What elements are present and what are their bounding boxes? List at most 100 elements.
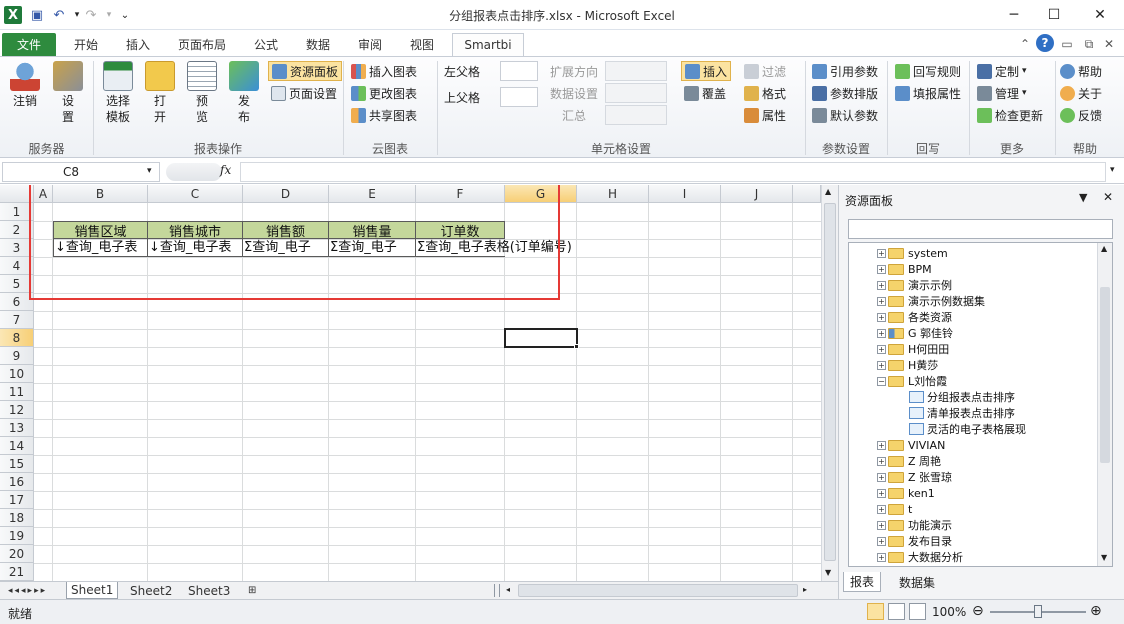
fill-property-button[interactable]: 填报属性 (895, 83, 961, 103)
row-header[interactable]: 18 (0, 509, 34, 527)
tree-node-expanded[interactable]: − L刘怡霞 (877, 373, 947, 389)
resource-tree[interactable]: + system + BPM + 演示示例 + 演示示例数据集 + 各类资源 + G 郭佳铃… (848, 242, 1113, 567)
filter-button[interactable]: 过滤 (744, 61, 786, 81)
row-header[interactable]: 10 (0, 365, 34, 383)
doc-close-icon[interactable]: ✕ (1100, 35, 1118, 53)
ref-param-button[interactable]: 引用参数 (812, 61, 878, 81)
expand-icon[interactable]: + (877, 360, 886, 370)
tab-smartbi[interactable]: Smartbi (452, 33, 524, 56)
tab-file[interactable]: 文件 (2, 33, 56, 56)
tree-scroll-thumb[interactable] (1100, 287, 1110, 463)
normal-view-icon[interactable] (867, 603, 884, 620)
sheet-tab-active[interactable]: Sheet1 (66, 582, 119, 599)
column-header[interactable]: H (577, 185, 649, 203)
doc-minimize-icon[interactable]: ▭ (1058, 35, 1076, 53)
row-header[interactable]: 9 (0, 347, 34, 365)
expand-icon[interactable]: + (877, 328, 886, 338)
tree-node[interactable]: + 功能演示 (877, 517, 952, 533)
zoom-level[interactable]: 100% (932, 605, 966, 619)
tree-node[interactable]: + 大数据分析 (877, 549, 963, 565)
row-header[interactable]: 21 (0, 563, 34, 581)
tree-node[interactable]: + 演示示例数据集 (877, 293, 985, 309)
row-header[interactable]: 7 (0, 311, 34, 329)
column-header[interactable]: I (649, 185, 721, 203)
name-box[interactable]: C8 ▾ (2, 162, 160, 182)
publish-button[interactable]: 发 布 (224, 61, 264, 125)
page-setup-button[interactable]: 页面设置 (271, 83, 337, 103)
spreadsheet-grid[interactable]: A B C D E F G H I J 1 2 3 4 5 6 7 8 9 10… (0, 185, 838, 581)
manage-dropdown[interactable]: 管理 ▾ (977, 83, 1027, 103)
scroll-thumb[interactable] (824, 203, 836, 561)
expand-icon[interactable]: + (877, 264, 886, 274)
expand-icon[interactable]: + (877, 344, 886, 354)
split-handle[interactable] (494, 584, 500, 597)
default-param-button[interactable]: 默认参数 (812, 105, 878, 125)
feedback-button[interactable]: 反馈 (1060, 105, 1102, 125)
expand-icon[interactable]: + (877, 472, 886, 482)
tree-node[interactable]: + G 郭佳铃 (877, 325, 953, 341)
row-header[interactable]: 17 (0, 491, 34, 509)
left-parent-combo[interactable] (500, 61, 538, 81)
row-header[interactable]: 16 (0, 473, 34, 491)
row-header[interactable]: 11 (0, 383, 34, 401)
h-scroll-thumb[interactable] (518, 584, 798, 597)
selected-cell[interactable] (504, 328, 578, 348)
writeback-rule-button[interactable]: 回写规则 (895, 61, 961, 81)
insert-mode-button[interactable]: 插入 (681, 61, 732, 81)
format-button[interactable]: 格式 (744, 83, 786, 103)
panel-search-input[interactable] (848, 219, 1113, 239)
resource-panel-button[interactable]: 资源面板 (268, 61, 343, 81)
chevron-down-icon[interactable]: ▾ (147, 166, 152, 176)
expand-icon[interactable]: + (877, 488, 886, 498)
tree-node[interactable]: + H何田田 (877, 341, 949, 357)
tree-leaf-report[interactable]: 灵活的电子表格展现 (909, 421, 1026, 437)
formula-input[interactable] (240, 162, 1106, 182)
page-break-view-icon[interactable] (909, 603, 926, 620)
tree-node[interactable]: + system (877, 245, 948, 261)
panel-close-icon[interactable]: ✕ (1103, 190, 1113, 204)
check-update-button[interactable]: 检查更新 (977, 105, 1043, 125)
row-header[interactable]: 13 (0, 419, 34, 437)
scroll-down-icon[interactable]: ▼ (1101, 553, 1107, 562)
tab-home[interactable]: 开始 (64, 33, 108, 56)
tab-formulas[interactable]: 公式 (244, 33, 288, 56)
tab-insert[interactable]: 插入 (116, 33, 160, 56)
tree-node[interactable]: + H黄莎 (877, 357, 938, 373)
row-header[interactable]: 12 (0, 401, 34, 419)
custom-dropdown[interactable]: 定制 ▾ (977, 61, 1027, 81)
expand-icon[interactable]: + (877, 248, 886, 258)
scroll-up-icon[interactable]: ▲ (1101, 244, 1107, 253)
param-layout-button[interactable]: 参数排版 (812, 83, 878, 103)
tree-node[interactable]: + 各类资源 (877, 309, 952, 325)
top-parent-combo[interactable] (500, 87, 538, 107)
panel-menu-icon[interactable]: ▼ (1079, 191, 1087, 204)
fill-handle[interactable] (574, 344, 579, 349)
scroll-up-icon[interactable]: ▲ (825, 187, 831, 196)
insert-chart-button[interactable]: 插入图表 (351, 61, 417, 81)
expand-icon[interactable]: + (877, 536, 886, 546)
tree-scrollbar[interactable]: ▲ ▼ (1097, 243, 1112, 566)
tree-node[interactable]: + VIVIAN (877, 437, 945, 453)
sheet-nav-icons[interactable]: ◂◂◂▸▸▸ (4, 582, 51, 599)
close-icon[interactable]: ✕ (1080, 4, 1120, 26)
tree-node[interactable]: + Z 张雪琼 (877, 469, 952, 485)
expand-icon[interactable]: + (877, 504, 886, 514)
tree-node[interactable]: + 演示示例 (877, 277, 952, 293)
expand-icon[interactable]: + (877, 456, 886, 466)
overwrite-mode-button[interactable]: 覆盖 (684, 83, 726, 103)
tab-data[interactable]: 数据 (296, 33, 340, 56)
minimize-icon[interactable]: ─ (994, 4, 1034, 26)
expand-icon[interactable]: + (877, 552, 886, 562)
tab-review[interactable]: 审阅 (348, 33, 392, 56)
scroll-left-icon[interactable]: ◂ (506, 585, 510, 594)
sheet-tab[interactable]: Sheet3 (184, 582, 234, 599)
open-button[interactable]: 打 开 (140, 61, 180, 125)
expand-icon[interactable]: + (877, 312, 886, 322)
fx-icon[interactable]: fx (220, 163, 231, 177)
expand-direction-combo[interactable] (605, 61, 667, 81)
share-chart-button[interactable]: 共享图表 (351, 105, 417, 125)
expand-icon[interactable]: + (877, 280, 886, 290)
expand-icon[interactable]: + (877, 296, 886, 306)
change-chart-button[interactable]: 更改图表 (351, 83, 417, 103)
collapse-ribbon-icon[interactable]: ⌃ (1016, 35, 1034, 53)
